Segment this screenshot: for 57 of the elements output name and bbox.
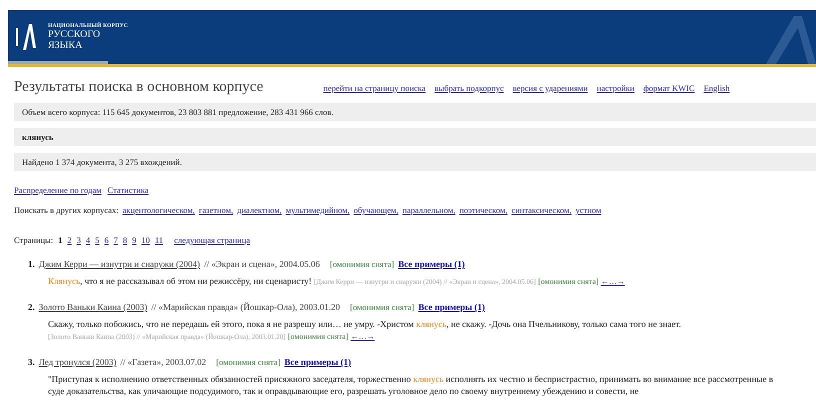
page-link[interactable]: 9 (132, 235, 136, 245)
context-link[interactable]: ←…→ (600, 277, 625, 286)
result-number: 3. (28, 357, 35, 367)
stats-link[interactable]: Распределение по годам (14, 185, 102, 195)
nav-link[interactable]: настройки (596, 82, 634, 92)
page-link[interactable]: 7 (114, 235, 118, 245)
document-title-link[interactable]: Лед тронулся (2003) (38, 357, 116, 367)
stats-link[interactable]: Статистика (108, 185, 149, 195)
corpus-link[interactable]: устном (576, 205, 602, 215)
found-count-bar: Найдено 1 374 документа, 3 275 вхождений. (14, 153, 816, 171)
homonymy-note: [омонимия снята] (216, 357, 280, 367)
corpus-link[interactable]: диалектном, (237, 205, 282, 215)
next-page-link[interactable]: следующая страница (174, 235, 250, 245)
page-link[interactable]: 11 (154, 235, 164, 245)
homonymy-note: [омонимия снята] (538, 277, 599, 286)
homonymy-note: [омонимия снята] (288, 332, 348, 341)
nav-link[interactable]: выбрать подкорпус (434, 82, 504, 92)
nav-link[interactable]: версия с ударениями (512, 82, 588, 92)
corpus-link[interactable]: синтаксическом, (511, 205, 572, 215)
document-source: // «Экран и сцена», 2004.05.06 (204, 259, 320, 269)
result-number: 2. (28, 302, 35, 312)
page-link[interactable]: 2 (67, 235, 72, 245)
corpus-size-bar: Объем всего корпуса: 115 645 документов, 23 803 881 предложение, 283 431 966 слов. (14, 103, 816, 121)
nav-link[interactable]: перейти на страницу поиска (323, 82, 426, 92)
all-examples-link[interactable]: Все примеры (1) (418, 302, 485, 312)
page-link[interactable]: 10 (141, 235, 150, 245)
page-link[interactable]: 3 (76, 235, 81, 245)
page-link[interactable]: 4 (86, 235, 90, 245)
example-sentence: "Приступая к исполнению ответственных обязанностей присяжного заседателя, торжественно клянусь исполнять их честно и беспристрастно, принимать во внимание все рассмотренные в суде доказательства, как уличающие подсудимого, так и оправдывающие его, разрешать уголовное дело по своему внутреннему убеждению и совести, не (48, 373, 774, 397)
context-link[interactable]: ←…→ (350, 332, 375, 341)
all-examples-link[interactable]: Все примеры (1) (398, 259, 465, 269)
page-title: Результаты поиска в основном корпусе (14, 79, 264, 96)
corpus-link[interactable]: обучающем, (354, 205, 398, 215)
page-link[interactable]: 6 (104, 235, 109, 245)
homonymy-note: [омонимия снята] (330, 259, 394, 269)
corpus-link[interactable]: поэтическом, (459, 205, 508, 215)
corpus-link[interactable]: параллельном, (402, 205, 456, 215)
other-corpora-label: Поискать в других корпусах: (14, 205, 118, 215)
document-source: // «Марийская правда» (Йошкар-Ола), 2003.01.20 (151, 302, 340, 312)
homonymy-note: [омонимия снята] (350, 302, 414, 312)
result-number: 1. (28, 259, 35, 269)
corpus-link[interactable]: акцентологическом, (122, 205, 195, 215)
corpus-link[interactable]: мультимедийном, (286, 205, 350, 215)
query-bar: клянусь (14, 128, 816, 146)
page-link[interactable]: 8 (122, 235, 128, 245)
corpus-link[interactable]: газетном, (198, 205, 234, 215)
document-title-link[interactable]: Золото Ваньки Каина (2003) (38, 302, 148, 312)
page-number[interactable]: 1 (58, 235, 62, 245)
nav-link[interactable]: формат KWIC (643, 82, 695, 92)
document-source: // «Газета», 2003.07.02 (120, 357, 206, 367)
all-examples-link[interactable]: Все примеры (1) (284, 357, 352, 367)
document-title-link[interactable]: Джим Керри — изнутри и снаружи (2004) (38, 259, 200, 269)
logo-title-line: РУССКОГО (48, 29, 102, 40)
logo-title-line: ЯЗЫКА (48, 40, 84, 51)
pages-label: Страницы: (14, 235, 54, 245)
page-link[interactable]: 5 (95, 235, 100, 245)
nav-link[interactable]: English (704, 82, 730, 92)
